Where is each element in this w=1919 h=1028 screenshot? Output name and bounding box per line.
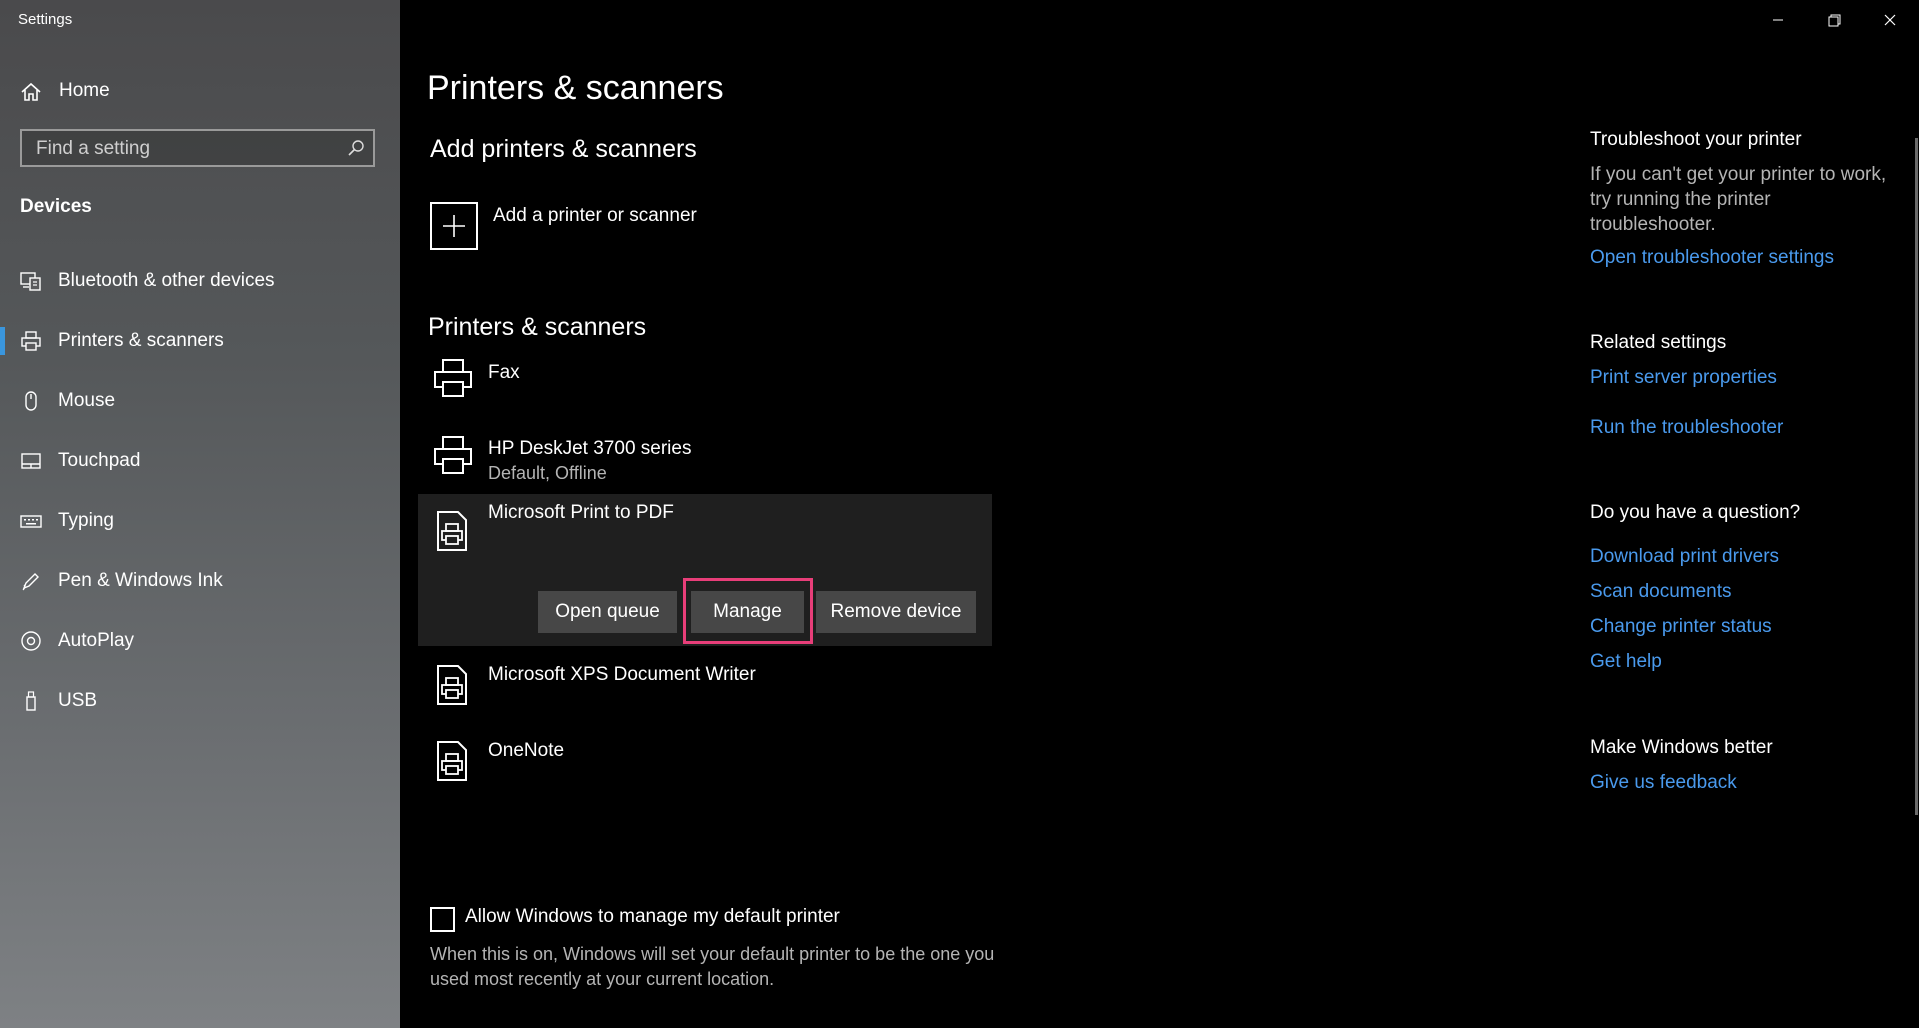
print-server-properties-link[interactable]: Print server properties (1590, 367, 1777, 389)
sidebar-item-usb[interactable]: USB (0, 681, 400, 721)
autoplay-icon (21, 631, 41, 651)
manage-highlight-box (683, 578, 813, 644)
sidebar-item-mouse[interactable]: Mouse (0, 381, 400, 421)
device-name: OneNote (488, 740, 565, 761)
app-title: Settings (18, 11, 73, 28)
give-feedback-link[interactable]: Give us feedback (1590, 772, 1737, 794)
printer-icon (21, 331, 41, 351)
sidebar-item-label: Mouse (58, 390, 116, 411)
bluetooth-devices-icon (20, 272, 41, 291)
section-label: Devices (20, 196, 92, 217)
default-printer-label: Allow Windows to manage my default print… (465, 906, 840, 927)
sidebar-item-label: USB (58, 690, 98, 711)
pen-icon (22, 573, 39, 591)
sidebar-item-typing[interactable]: Typing (0, 501, 400, 541)
active-indicator (0, 327, 5, 355)
make-windows-better-title: Make Windows better (1590, 737, 1773, 758)
default-printer-description: When this is on, Windows will set your d… (430, 944, 995, 989)
scan-documents-link[interactable]: Scan documents (1590, 581, 1732, 603)
plus-icon (430, 202, 478, 250)
sidebar-item-printers[interactable]: Printers & scanners (0, 321, 400, 361)
device-name: Microsoft XPS Document Writer (488, 664, 756, 685)
restore-icon (1828, 14, 1841, 27)
get-help-link[interactable]: Get help (1590, 651, 1662, 673)
device-item-print-to-pdf[interactable]: Microsoft Print to PDF Open queue Manage… (418, 494, 992, 646)
sidebar-item-label: AutoPlay (58, 630, 135, 651)
remove-device-button[interactable]: Remove device (816, 591, 976, 633)
document-printer-icon (437, 511, 467, 551)
nav-home[interactable]: Home (0, 74, 400, 108)
document-printer-icon (437, 741, 467, 781)
page-title: Printers & scanners (427, 69, 724, 107)
sidebar-item-label: Bluetooth & other devices (58, 270, 275, 291)
device-item-xps-writer[interactable]: Microsoft XPS Document Writer (418, 664, 992, 736)
mouse-icon (25, 391, 37, 411)
run-troubleshooter-link[interactable]: Run the troubleshooter (1590, 417, 1783, 439)
close-button[interactable] (1862, 0, 1918, 40)
device-status: Default, Offline (488, 463, 607, 483)
related-settings-title: Related settings (1590, 332, 1727, 353)
sidebar-item-label: Typing (58, 510, 114, 531)
keyboard-icon (20, 515, 42, 528)
minimize-icon (1773, 19, 1783, 21)
device-item-hp-deskjet[interactable]: HP DeskJet 3700 series Default, Offline (418, 430, 992, 502)
search-icon[interactable] (347, 139, 365, 157)
add-printer-button[interactable]: Add a printer or scanner (430, 202, 730, 254)
devices-section-title: Printers & scanners (428, 313, 647, 341)
device-name: Fax (488, 362, 520, 383)
scrollbar[interactable] (1915, 138, 1918, 815)
sidebar-item-label: Touchpad (58, 450, 141, 471)
printer-icon (434, 436, 472, 474)
printer-icon (434, 359, 472, 397)
open-troubleshooter-link[interactable]: Open troubleshooter settings (1590, 247, 1834, 269)
troubleshoot-text: If you can't get your printer to work, t… (1590, 164, 1887, 235)
device-name: Microsoft Print to PDF (488, 502, 674, 523)
minimize-button[interactable] (1750, 0, 1806, 40)
default-printer-checkbox[interactable] (430, 907, 455, 932)
restore-button[interactable] (1806, 0, 1862, 40)
download-drivers-link[interactable]: Download print drivers (1590, 546, 1779, 568)
device-item-onenote[interactable]: OneNote (418, 740, 992, 812)
sidebar-item-bluetooth[interactable]: Bluetooth & other devices (0, 261, 400, 301)
open-queue-button[interactable]: Open queue (538, 591, 677, 633)
close-icon (1884, 14, 1896, 26)
document-printer-icon (437, 665, 467, 705)
nav-home-label: Home (59, 80, 110, 101)
search-box[interactable] (20, 129, 375, 167)
add-printer-label: Add a printer or scanner (493, 205, 697, 226)
device-name: HP DeskJet 3700 series (488, 438, 692, 459)
question-title: Do you have a question? (1590, 502, 1801, 523)
device-item-fax[interactable]: Fax (418, 354, 992, 426)
sidebar-item-autoplay[interactable]: AutoPlay (0, 621, 400, 661)
sidebar-item-pen[interactable]: Pen & Windows Ink (0, 561, 400, 601)
sidebar-item-label: Pen & Windows Ink (58, 570, 223, 591)
add-section-title: Add printers & scanners (430, 135, 697, 163)
home-icon (21, 82, 41, 101)
search-input[interactable] (34, 137, 338, 161)
troubleshoot-title: Troubleshoot your printer (1590, 129, 1802, 150)
change-printer-status-link[interactable]: Change printer status (1590, 616, 1772, 638)
sidebar: Settings Home Devices Bluetooth & other … (0, 0, 400, 1028)
usb-icon (26, 691, 36, 711)
sidebar-item-label: Printers & scanners (58, 330, 224, 351)
sidebar-item-touchpad[interactable]: Touchpad (0, 441, 400, 481)
touchpad-icon (21, 453, 41, 469)
